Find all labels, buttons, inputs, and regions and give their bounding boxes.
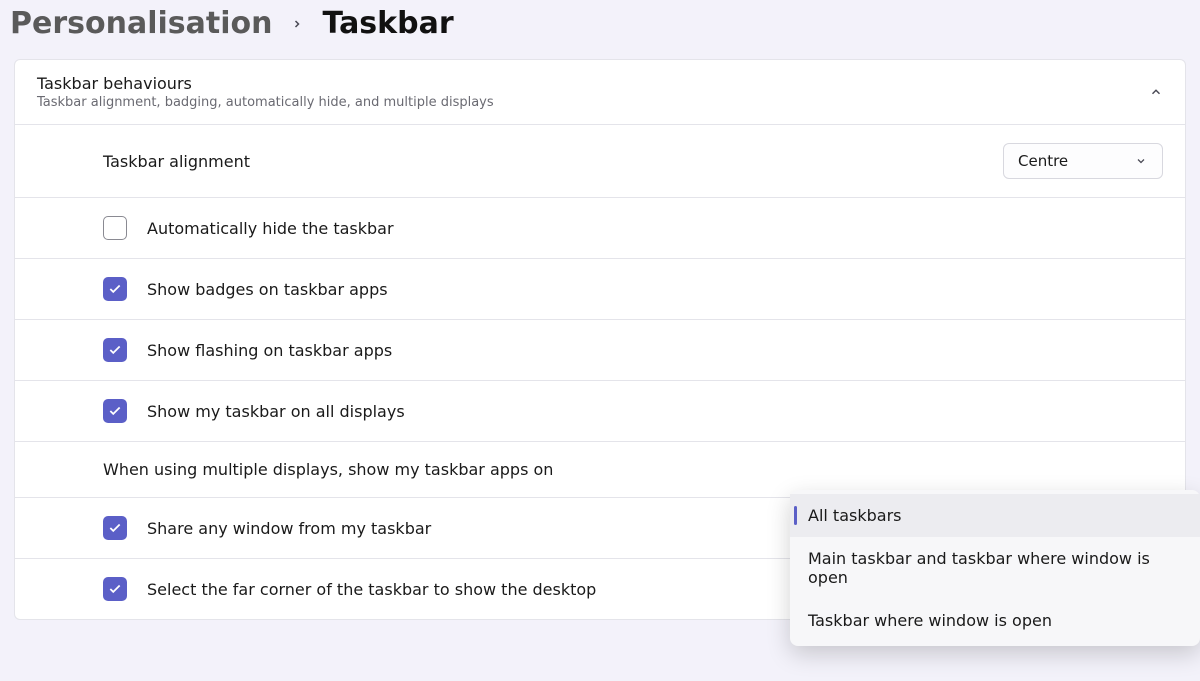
multi-display-label: When using multiple displays, show my ta… xyxy=(103,460,553,479)
dropdown-item-window-only[interactable]: Taskbar where window is open xyxy=(790,599,1200,642)
row-taskbar-alignment: Taskbar alignment Centre xyxy=(15,125,1185,198)
row-multi-display-apps: When using multiple displays, show my ta… xyxy=(15,442,1185,498)
auto-hide-label: Automatically hide the taskbar xyxy=(147,219,394,238)
show-badges-checkbox[interactable] xyxy=(103,277,127,301)
row-all-displays: Show my taskbar on all displays xyxy=(15,381,1185,442)
show-flashing-checkbox[interactable] xyxy=(103,338,127,362)
section-title: Taskbar behaviours xyxy=(37,74,494,93)
all-displays-label: Show my taskbar on all displays xyxy=(147,402,405,421)
taskbar-behaviours-panel: Taskbar behaviours Taskbar alignment, ba… xyxy=(14,59,1186,620)
alignment-label: Taskbar alignment xyxy=(103,152,250,171)
chevron-up-icon xyxy=(1149,85,1163,99)
breadcrumb-current: Taskbar xyxy=(322,6,453,41)
section-header[interactable]: Taskbar behaviours Taskbar alignment, ba… xyxy=(15,60,1185,125)
chevron-down-icon xyxy=(1134,154,1148,168)
dropdown-item-main-and-window[interactable]: Main taskbar and taskbar where window is… xyxy=(790,537,1200,599)
show-badges-label: Show badges on taskbar apps xyxy=(147,280,388,299)
show-flashing-label: Show flashing on taskbar apps xyxy=(147,341,392,360)
far-corner-label: Select the far corner of the taskbar to … xyxy=(147,580,596,599)
row-show-badges: Show badges on taskbar apps xyxy=(15,259,1185,320)
alignment-value: Centre xyxy=(1018,152,1068,170)
row-show-flashing: Show flashing on taskbar apps xyxy=(15,320,1185,381)
section-subtitle: Taskbar alignment, badging, automaticall… xyxy=(37,95,494,110)
dropdown-item-all-taskbars[interactable]: All taskbars xyxy=(790,494,1200,537)
selection-indicator-icon xyxy=(794,506,797,525)
chevron-right-icon xyxy=(290,17,304,31)
row-auto-hide: Automatically hide the taskbar xyxy=(15,198,1185,259)
auto-hide-checkbox[interactable] xyxy=(103,216,127,240)
breadcrumb: Personalisation Taskbar xyxy=(0,0,1200,59)
share-window-checkbox[interactable] xyxy=(103,516,127,540)
alignment-select[interactable]: Centre xyxy=(1003,143,1163,179)
share-window-label: Share any window from my taskbar xyxy=(147,519,431,538)
multi-display-dropdown: All taskbars Main taskbar and taskbar wh… xyxy=(790,490,1200,646)
all-displays-checkbox[interactable] xyxy=(103,399,127,423)
far-corner-checkbox[interactable] xyxy=(103,577,127,601)
breadcrumb-parent[interactable]: Personalisation xyxy=(10,6,272,41)
